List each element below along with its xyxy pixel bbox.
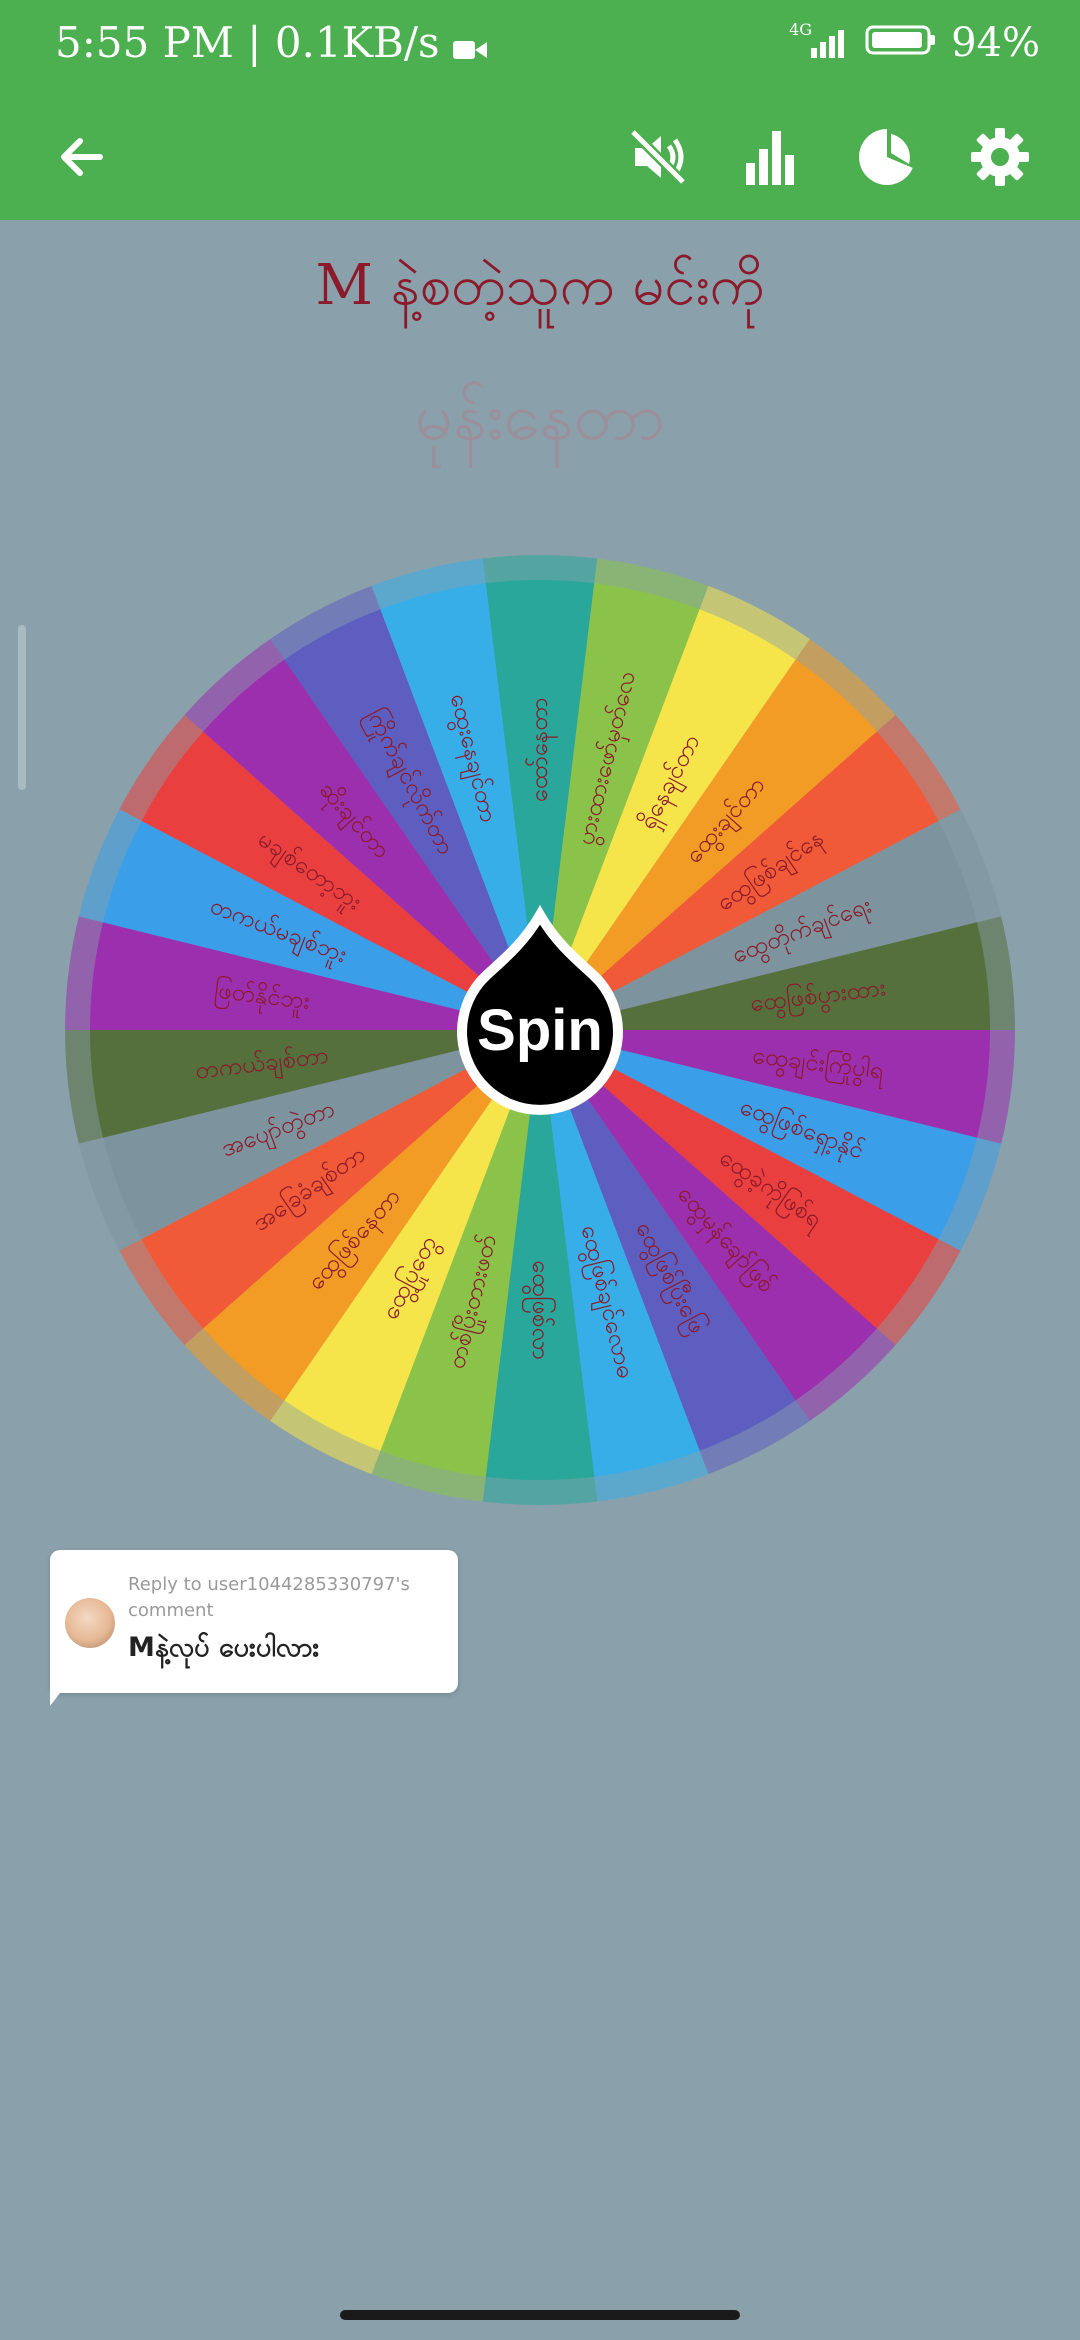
home-indicator[interactable] <box>340 2310 740 2320</box>
wheel-result: မုန်းနေတာ <box>414 378 665 455</box>
network-speed: 0.1KB/s <box>274 18 440 67</box>
mute-icon[interactable] <box>618 115 702 199</box>
status-right: 4G 94% <box>789 20 1040 66</box>
battery-percent: 94% <box>951 20 1040 66</box>
signal-icon: 4G <box>789 20 851 60</box>
spin-label[interactable]: Spin <box>477 998 603 1063</box>
avatar <box>65 1598 115 1648</box>
reply-comment-card: Reply to user1044285330797's comment Mနဲ… <box>50 1550 458 1693</box>
status-left: 5:55 PM | 0.1KB/s <box>55 18 487 71</box>
pie-chart-icon[interactable] <box>845 115 929 199</box>
spin-wheel[interactable]: ထော်နေတာ ပွားထားဖော်မှတ်လေ ရှိနေချင်တာ ထွေး… <box>60 550 1020 1510</box>
scroll-indicator <box>18 625 26 790</box>
network-type: 4G <box>789 20 813 39</box>
video-camera-icon <box>452 22 487 71</box>
back-arrow-icon[interactable] <box>40 115 124 199</box>
wheel-segment-label: ထော်နေတာ <box>524 697 558 802</box>
comment-tail <box>50 1680 70 1706</box>
battery-icon <box>865 20 937 66</box>
wheel-svg: ထော်နေတာ ပွားထားဖော်မှတ်လေရှိနေချင်တာထွေး… <box>65 555 1015 1505</box>
app-bar <box>0 95 1080 220</box>
bar-chart-icon[interactable] <box>730 115 814 199</box>
status-bar: 5:55 PM | 0.1KB/s 4G 94% <box>0 0 1080 95</box>
wheel-title: M နဲ့စတဲ့သူက မင်းကို <box>315 253 765 318</box>
reply-to-label: Reply to user1044285330797's comment <box>128 1574 410 1621</box>
comment-text: Mနဲ့လုပ် ပေးပါလား <box>128 1632 320 1663</box>
status-time: 5:55 PM <box>55 18 234 67</box>
gear-icon[interactable] <box>958 115 1042 199</box>
